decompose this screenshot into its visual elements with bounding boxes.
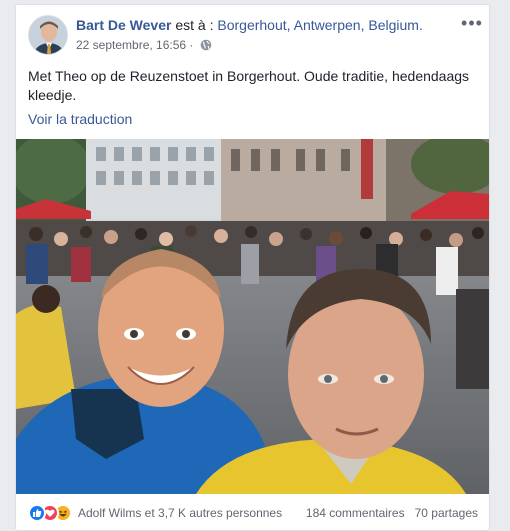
globe-icon: [200, 39, 212, 54]
location-link[interactable]: Borgerhout, Antwerpen, Belgium.: [217, 17, 422, 33]
reaction-icons[interactable]: [28, 504, 78, 522]
post-meta: 22 septembre, 16:56 ·: [76, 38, 212, 54]
see-translation-link[interactable]: Voir la traduction: [28, 111, 132, 127]
post-text: Met Theo op de Reuzenstoet in Borgerhout…: [28, 68, 470, 103]
post-footer: Adolf Wilms et 3,7 K autres personnes 18…: [28, 502, 478, 524]
post-photo-image: [16, 139, 489, 494]
post-header: Bart De Wever est à : Borgerhout, Antwer…: [28, 14, 482, 59]
reactors-summary[interactable]: Adolf Wilms et 3,7 K autres personnes: [78, 506, 282, 520]
comments-count[interactable]: 184 commentaires: [306, 506, 405, 520]
shares-count[interactable]: 70 partages: [415, 506, 478, 520]
facebook-post-card: Bart De Wever est à : Borgerhout, Antwer…: [15, 4, 490, 531]
more-options-icon[interactable]: •••: [460, 14, 484, 33]
author-name-link[interactable]: Bart De Wever: [76, 17, 171, 33]
engagement-counts: 184 commentaires 70 partages: [306, 506, 478, 520]
author-line: Bart De Wever est à : Borgerhout, Antwer…: [76, 17, 423, 33]
author-avatar[interactable]: [28, 15, 68, 55]
location-prefix: est à :: [171, 17, 218, 33]
like-reaction-icon: [28, 504, 46, 522]
post-timestamp[interactable]: 22 septembre, 16:56 ·: [76, 38, 197, 52]
post-photo[interactable]: [16, 139, 489, 494]
